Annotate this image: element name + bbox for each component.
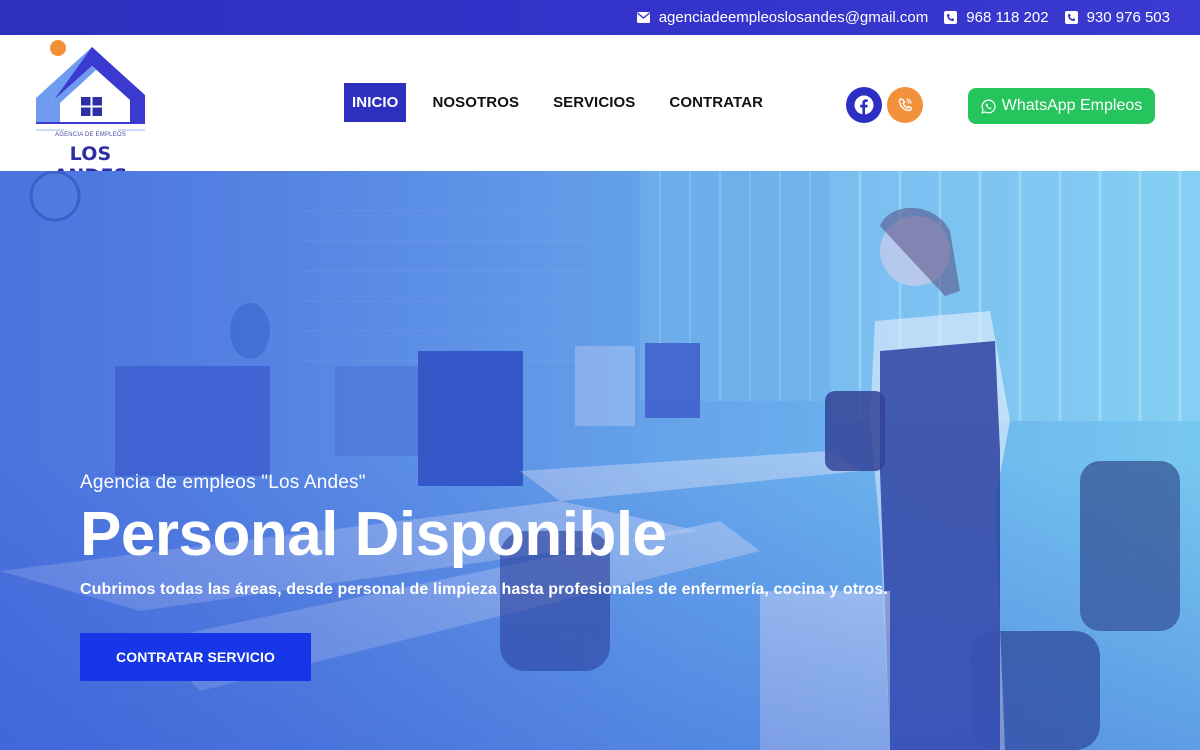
- hero-subtitle: Agencia de empleos "Los Andes": [80, 472, 366, 493]
- hero-description: Cubrimos todas las áreas, desde personal…: [80, 581, 888, 598]
- envelope-icon: [636, 12, 650, 23]
- nav-item-contratar[interactable]: CONTRATAR: [661, 83, 771, 122]
- phone-square-icon: [944, 11, 958, 24]
- nav-item-servicios[interactable]: SERVICIOS: [545, 83, 643, 122]
- phone-call-button[interactable]: [887, 87, 923, 123]
- phone-icon: [898, 98, 912, 112]
- email-contact[interactable]: agenciadeempleoslosandes@gmail.com: [636, 9, 929, 26]
- contratar-servicio-button[interactable]: CONTRATAR SERVICIO: [80, 633, 311, 681]
- site-header: AGENCIA DE EMPLEOS LOS ANDES INICIO NOSO…: [0, 35, 1200, 187]
- phone-text-1: 968 118 202: [966, 9, 1049, 26]
- phone-text-2: 930 976 503: [1086, 9, 1170, 26]
- phone-square-icon: [1064, 11, 1078, 24]
- logo-subtitle: AGENCIA DE EMPLEOS: [55, 132, 126, 138]
- hero-title: Personal Disponible: [80, 500, 667, 569]
- nav-item-nosotros[interactable]: NOSOTROS: [424, 83, 527, 122]
- phone-contact-2[interactable]: 930 976 503: [1064, 9, 1170, 26]
- main-nav: INICIO NOSOTROS SERVICIOS CONTRATAR: [344, 83, 789, 122]
- nav-item-inicio[interactable]: INICIO: [344, 83, 407, 122]
- site-logo[interactable]: AGENCIA DE EMPLEOS LOS ANDES: [34, 40, 149, 187]
- whatsapp-icon: [981, 99, 996, 114]
- facebook-button[interactable]: [846, 87, 882, 123]
- top-contact-bar: agenciadeempleoslosandes@gmail.com 968 1…: [0, 0, 1200, 35]
- house-logo-icon: [36, 40, 145, 131]
- facebook-icon: [854, 95, 874, 115]
- whatsapp-button[interactable]: WhatsApp Empleos: [968, 88, 1155, 124]
- phone-contact-1[interactable]: 968 118 202: [944, 9, 1049, 26]
- whatsapp-label: WhatsApp Empleos: [1001, 97, 1143, 114]
- email-text: agenciadeempleoslosandes@gmail.com: [658, 9, 929, 26]
- hero-section: Agencia de empleos "Los Andes" Personal …: [0, 171, 1200, 750]
